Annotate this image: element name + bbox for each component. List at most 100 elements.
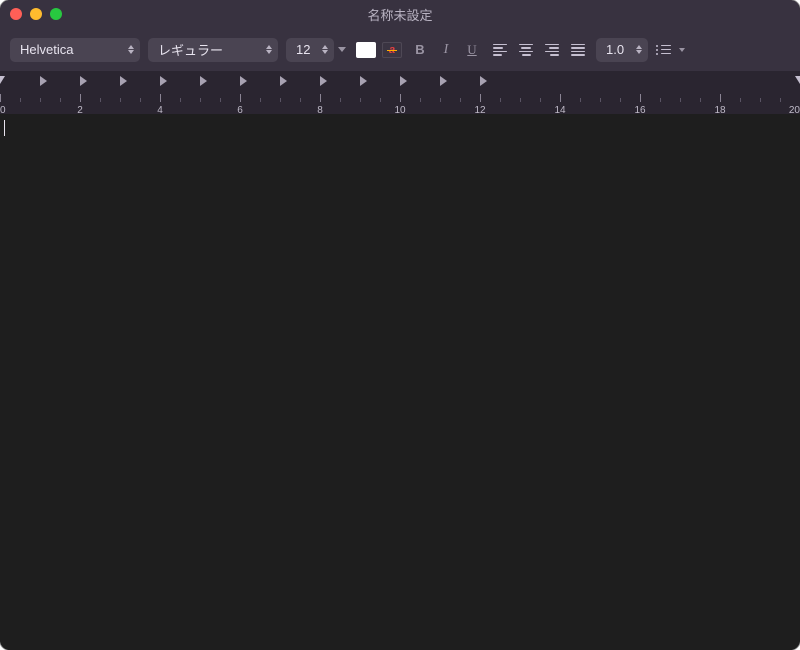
window-controls — [10, 8, 62, 20]
ruler-tick-minor — [580, 98, 581, 102]
window-title: 名称未設定 — [0, 5, 800, 24]
ruler[interactable]: 0 2 4 6 8 10 12 14 16 18 20 — [0, 72, 800, 114]
color-group: a — [356, 42, 402, 58]
underline-button[interactable]: U — [462, 40, 482, 60]
chevron-down-icon — [679, 48, 685, 52]
tab-stop-marker[interactable] — [80, 76, 87, 86]
ruler-tick-major — [240, 94, 241, 102]
ruler-tick-minor — [220, 98, 221, 102]
align-justify-icon — [571, 44, 585, 56]
font-style-select[interactable]: レギュラー — [148, 38, 278, 62]
ruler-tick-minor — [500, 98, 501, 102]
close-window-button[interactable] — [10, 8, 22, 20]
zoom-window-button[interactable] — [50, 8, 62, 20]
ruler-label: 20 — [789, 105, 800, 114]
ruler-tick-minor — [420, 98, 421, 102]
font-family-select[interactable]: Helvetica — [10, 38, 140, 62]
ruler-label: 10 — [394, 105, 405, 114]
ruler-tick-minor — [20, 98, 21, 102]
ruler-tick-minor — [600, 98, 601, 102]
ruler-tick-minor — [340, 98, 341, 102]
ruler-tick-major — [640, 94, 641, 102]
tab-stop-marker[interactable] — [200, 76, 207, 86]
ruler-tick-minor — [760, 98, 761, 102]
text-cursor — [4, 120, 5, 136]
text-editor-area[interactable] — [0, 114, 800, 650]
font-family-value: Helvetica — [20, 42, 73, 57]
text-style-group: B I U — [410, 40, 482, 60]
titlebar[interactable]: 名称未設定 — [0, 0, 800, 28]
align-center-button[interactable] — [516, 40, 536, 60]
ruler-tick-minor — [780, 98, 781, 102]
ruler-label: 2 — [77, 105, 83, 114]
bold-button[interactable]: B — [410, 40, 430, 60]
align-justify-button[interactable] — [568, 40, 588, 60]
italic-button[interactable]: I — [436, 40, 456, 60]
chevron-updown-icon — [636, 45, 642, 54]
tab-stop-marker[interactable] — [160, 76, 167, 86]
highlight-color-swatch[interactable]: a — [382, 42, 402, 58]
toolbar: Helvetica レギュラー 12 a B I U — [0, 28, 800, 72]
tab-stop-marker[interactable] — [240, 76, 247, 86]
tab-stop-marker[interactable] — [40, 76, 47, 86]
line-spacing-select[interactable]: 1.0 — [596, 38, 648, 62]
ruler-tick-major — [320, 94, 321, 102]
ruler-tick-major — [720, 94, 721, 102]
ruler-tick-minor — [200, 98, 201, 102]
ruler-ticks: 0 2 4 6 8 10 12 14 16 18 20 — [0, 90, 800, 114]
chevron-updown-icon — [266, 45, 272, 54]
ruler-label: 8 — [317, 105, 323, 114]
ruler-label: 0 — [0, 105, 6, 114]
ruler-tick-minor — [60, 98, 61, 102]
ruler-tick-minor — [260, 98, 261, 102]
chevron-updown-icon — [128, 45, 134, 54]
ruler-tick-major — [400, 94, 401, 102]
ruler-label: 18 — [714, 105, 725, 114]
tabstops-track — [0, 72, 800, 88]
ruler-tick-minor — [100, 98, 101, 102]
chevron-down-icon[interactable] — [338, 47, 346, 52]
ruler-tick-minor — [120, 98, 121, 102]
ruler-tick-minor — [700, 98, 701, 102]
tab-stop-marker[interactable] — [440, 76, 447, 86]
ruler-label: 4 — [157, 105, 163, 114]
ruler-tick-major — [80, 94, 81, 102]
font-size-value: 12 — [296, 42, 310, 57]
tab-stop-marker[interactable] — [360, 76, 367, 86]
font-size-select[interactable]: 12 — [286, 38, 334, 62]
align-right-button[interactable] — [542, 40, 562, 60]
ruler-tick-minor — [520, 98, 521, 102]
font-style-value: レギュラー — [158, 40, 223, 59]
ruler-label: 16 — [634, 105, 645, 114]
ruler-label: 12 — [474, 105, 485, 114]
tab-stop-marker[interactable] — [120, 76, 127, 86]
font-size-group: 12 — [286, 38, 348, 62]
ruler-tick-minor — [660, 98, 661, 102]
window: 名称未設定 Helvetica レギュラー 12 a B I — [0, 0, 800, 650]
ruler-tick-minor — [180, 98, 181, 102]
text-color-swatch[interactable] — [356, 42, 376, 58]
ruler-tick-minor — [300, 98, 301, 102]
list-icon — [656, 45, 671, 55]
minimize-window-button[interactable] — [30, 8, 42, 20]
ruler-tick-minor — [380, 98, 381, 102]
line-spacing-value: 1.0 — [606, 42, 624, 57]
tab-stop-marker[interactable] — [400, 76, 407, 86]
ruler-tick-minor — [620, 98, 621, 102]
align-left-button[interactable] — [490, 40, 510, 60]
ruler-tick-major — [480, 94, 481, 102]
tab-stop-marker[interactable] — [280, 76, 287, 86]
tab-stop-marker[interactable] — [320, 76, 327, 86]
ruler-tick-major — [560, 94, 561, 102]
ruler-label: 6 — [237, 105, 243, 114]
ruler-tick-minor — [540, 98, 541, 102]
ruler-tick-major — [160, 94, 161, 102]
tab-stop-marker[interactable] — [480, 76, 487, 86]
ruler-tick-minor — [460, 98, 461, 102]
ruler-tick-minor — [280, 98, 281, 102]
ruler-tick-minor — [740, 98, 741, 102]
ruler-tick-major — [0, 94, 1, 102]
highlight-a-icon: a — [389, 44, 395, 56]
list-style-group[interactable] — [656, 45, 685, 55]
ruler-label: 14 — [554, 105, 565, 114]
